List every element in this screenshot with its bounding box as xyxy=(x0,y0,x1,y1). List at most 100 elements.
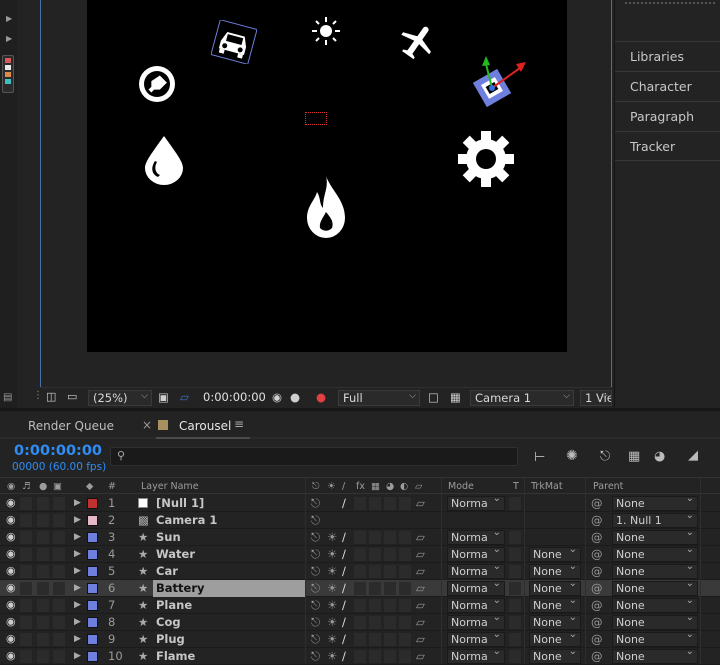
motion-blur-switch[interactable] xyxy=(384,497,396,510)
adjustment-switch[interactable] xyxy=(399,650,411,663)
table-row[interactable]: ◉ ▶ 3 ★ Sun ⎋ ☀ ∕ ▱ Norma @ None xyxy=(0,527,720,546)
panel-paragraph[interactable]: Paragraph xyxy=(615,101,720,131)
lock-icon[interactable]: ▣ xyxy=(53,481,62,492)
panel-icon[interactable]: ▤ xyxy=(3,392,12,403)
label-color-swatch[interactable] xyxy=(87,549,98,560)
parent-dropdown[interactable]: None xyxy=(612,646,698,664)
quality-switch-icon[interactable]: ∕ xyxy=(342,530,346,544)
motion-blur-icon[interactable]: ◕ xyxy=(654,449,665,464)
audio-icon[interactable]: ♬ xyxy=(22,481,31,492)
channel-icon[interactable]: ● xyxy=(316,390,326,404)
twirl-arrow-icon[interactable]: ▶ xyxy=(74,651,81,661)
parent-dropdown[interactable]: None xyxy=(612,595,698,613)
pickwhip-icon[interactable]: @ xyxy=(591,564,603,578)
fx-switch[interactable] xyxy=(354,497,366,510)
mode-dropdown[interactable]: Norma xyxy=(447,578,505,596)
layer-name[interactable]: Flame xyxy=(153,648,305,665)
3d-layer-icon[interactable]: ▱ xyxy=(415,481,422,492)
trkmat-dropdown[interactable]: None xyxy=(529,544,581,562)
eye-icon[interactable]: ◉ xyxy=(6,649,16,662)
solo-icon[interactable]: ● xyxy=(39,481,47,492)
shy-switch-icon[interactable]: ⎋ xyxy=(311,513,320,528)
tab-render-queue[interactable]: Render Queue xyxy=(28,419,114,433)
collapse-switch-icon[interactable]: ☀ xyxy=(327,598,337,612)
shy-switch-icon[interactable]: ⎋ xyxy=(311,581,320,596)
solo-toggle[interactable] xyxy=(37,616,49,629)
shy-switch-icon[interactable]: ⎋ xyxy=(311,598,320,613)
3d-switch-icon[interactable]: ▱ xyxy=(416,598,425,612)
label-color-swatch[interactable] xyxy=(87,617,98,628)
shy-layers-icon[interactable]: ⎋ xyxy=(600,449,610,464)
layer-name[interactable]: Sun xyxy=(153,529,305,546)
preserve-transparency-toggle[interactable] xyxy=(509,616,521,629)
pickwhip-icon[interactable]: @ xyxy=(591,496,603,510)
solo-toggle[interactable] xyxy=(37,650,49,663)
expand-arrow-icon[interactable]: ▶ xyxy=(6,34,12,43)
lock-toggle[interactable] xyxy=(53,514,65,527)
label-color-swatch[interactable] xyxy=(87,583,98,594)
draft-3d-icon[interactable]: ✺ xyxy=(566,448,578,464)
view-layout-dropdown[interactable]: 1 View xyxy=(580,390,612,406)
audio-toggle[interactable] xyxy=(20,514,32,527)
shy-switch-icon[interactable]: ⎋ xyxy=(311,632,320,647)
twirl-arrow-icon[interactable]: ▶ xyxy=(74,515,81,525)
eye-icon[interactable]: ◉ xyxy=(6,564,16,577)
solo-toggle[interactable] xyxy=(37,599,49,612)
collapse-switch-icon[interactable]: ☀ xyxy=(327,581,337,595)
collapse-switch-icon[interactable]: ☀ xyxy=(327,615,337,629)
fx-switch[interactable] xyxy=(354,633,366,646)
adjustment-switch[interactable] xyxy=(399,565,411,578)
lock-toggle[interactable] xyxy=(53,599,65,612)
layer-name[interactable]: Car xyxy=(153,563,305,580)
pickwhip-icon[interactable]: @ xyxy=(591,632,603,646)
table-row[interactable]: ◉ ▶ 6 ★ Battery ⎋ ☀ ∕ ▱ Norma None @ None xyxy=(0,578,720,597)
collapse-icon[interactable]: ☀ xyxy=(327,481,336,492)
label-color-swatch[interactable] xyxy=(87,651,98,662)
collapse-switch-icon[interactable]: ☀ xyxy=(327,547,337,561)
motion-blur-switch[interactable] xyxy=(384,650,396,663)
parent-dropdown[interactable]: None xyxy=(612,578,698,596)
adjustment-icon[interactable]: ◐ xyxy=(400,481,408,492)
audio-toggle[interactable] xyxy=(20,633,32,646)
twirl-arrow-icon[interactable]: ▶ xyxy=(74,566,81,576)
3d-switch-icon[interactable]: ▱ xyxy=(416,564,425,578)
color-swatches-icon[interactable] xyxy=(2,55,14,93)
motion-blur-col-icon[interactable]: ◕ xyxy=(386,481,394,492)
trkmat-dropdown[interactable]: None xyxy=(529,629,581,647)
fx-switch[interactable] xyxy=(354,531,366,544)
eye-icon[interactable]: ◉ xyxy=(6,547,16,560)
audio-toggle[interactable] xyxy=(20,616,32,629)
lock-toggle[interactable] xyxy=(53,650,65,663)
preserve-transparency-toggle[interactable] xyxy=(509,565,521,578)
col-layer-name[interactable]: Layer Name xyxy=(141,481,199,492)
motion-blur-switch[interactable] xyxy=(384,548,396,561)
3d-switch-icon[interactable]: ▱ xyxy=(416,547,425,561)
col-t[interactable]: T xyxy=(513,481,519,492)
shy-switch-icon[interactable]: ⎋ xyxy=(311,530,320,545)
eye-icon[interactable]: ◉ xyxy=(6,615,16,628)
layer-name[interactable]: Camera 1 xyxy=(153,512,305,529)
eye-icon[interactable]: ◉ xyxy=(6,496,16,509)
frame-blend-switch[interactable] xyxy=(369,599,381,612)
null-object-icon[interactable] xyxy=(305,112,327,125)
lock-toggle[interactable] xyxy=(53,548,65,561)
cog-icon[interactable] xyxy=(457,130,515,188)
twirl-arrow-icon[interactable]: ▶ xyxy=(74,617,81,627)
3d-switch-icon[interactable]: ▱ xyxy=(416,615,425,629)
safe-zones-icon[interactable]: ▣ xyxy=(158,390,169,404)
quality-switch-icon[interactable]: ∕ xyxy=(342,598,346,612)
twirl-arrow-icon[interactable]: ▶ xyxy=(74,549,81,559)
trkmat-dropdown[interactable]: None xyxy=(529,646,581,664)
table-row[interactable]: ◉ ▶ 2 ▩ Camera 1 ⎋ @1. Null 1 xyxy=(0,510,720,529)
table-row[interactable]: ◉ ▶ 10 ★ Flame ⎋ ☀ ∕ ▱ Norma None @ None xyxy=(0,646,720,665)
label-color-swatch[interactable] xyxy=(87,634,98,645)
eye-icon[interactable]: ◉ xyxy=(7,481,15,492)
car-icon[interactable] xyxy=(211,20,257,64)
frame-blend-switch[interactable] xyxy=(369,531,381,544)
frame-blend-switch[interactable] xyxy=(369,633,381,646)
show-snapshot-icon[interactable]: ● xyxy=(290,390,300,404)
eye-icon[interactable]: ◉ xyxy=(6,632,16,645)
label-color-swatch[interactable] xyxy=(87,515,98,526)
parent-dropdown[interactable]: None xyxy=(612,561,698,579)
lock-toggle[interactable] xyxy=(53,531,65,544)
